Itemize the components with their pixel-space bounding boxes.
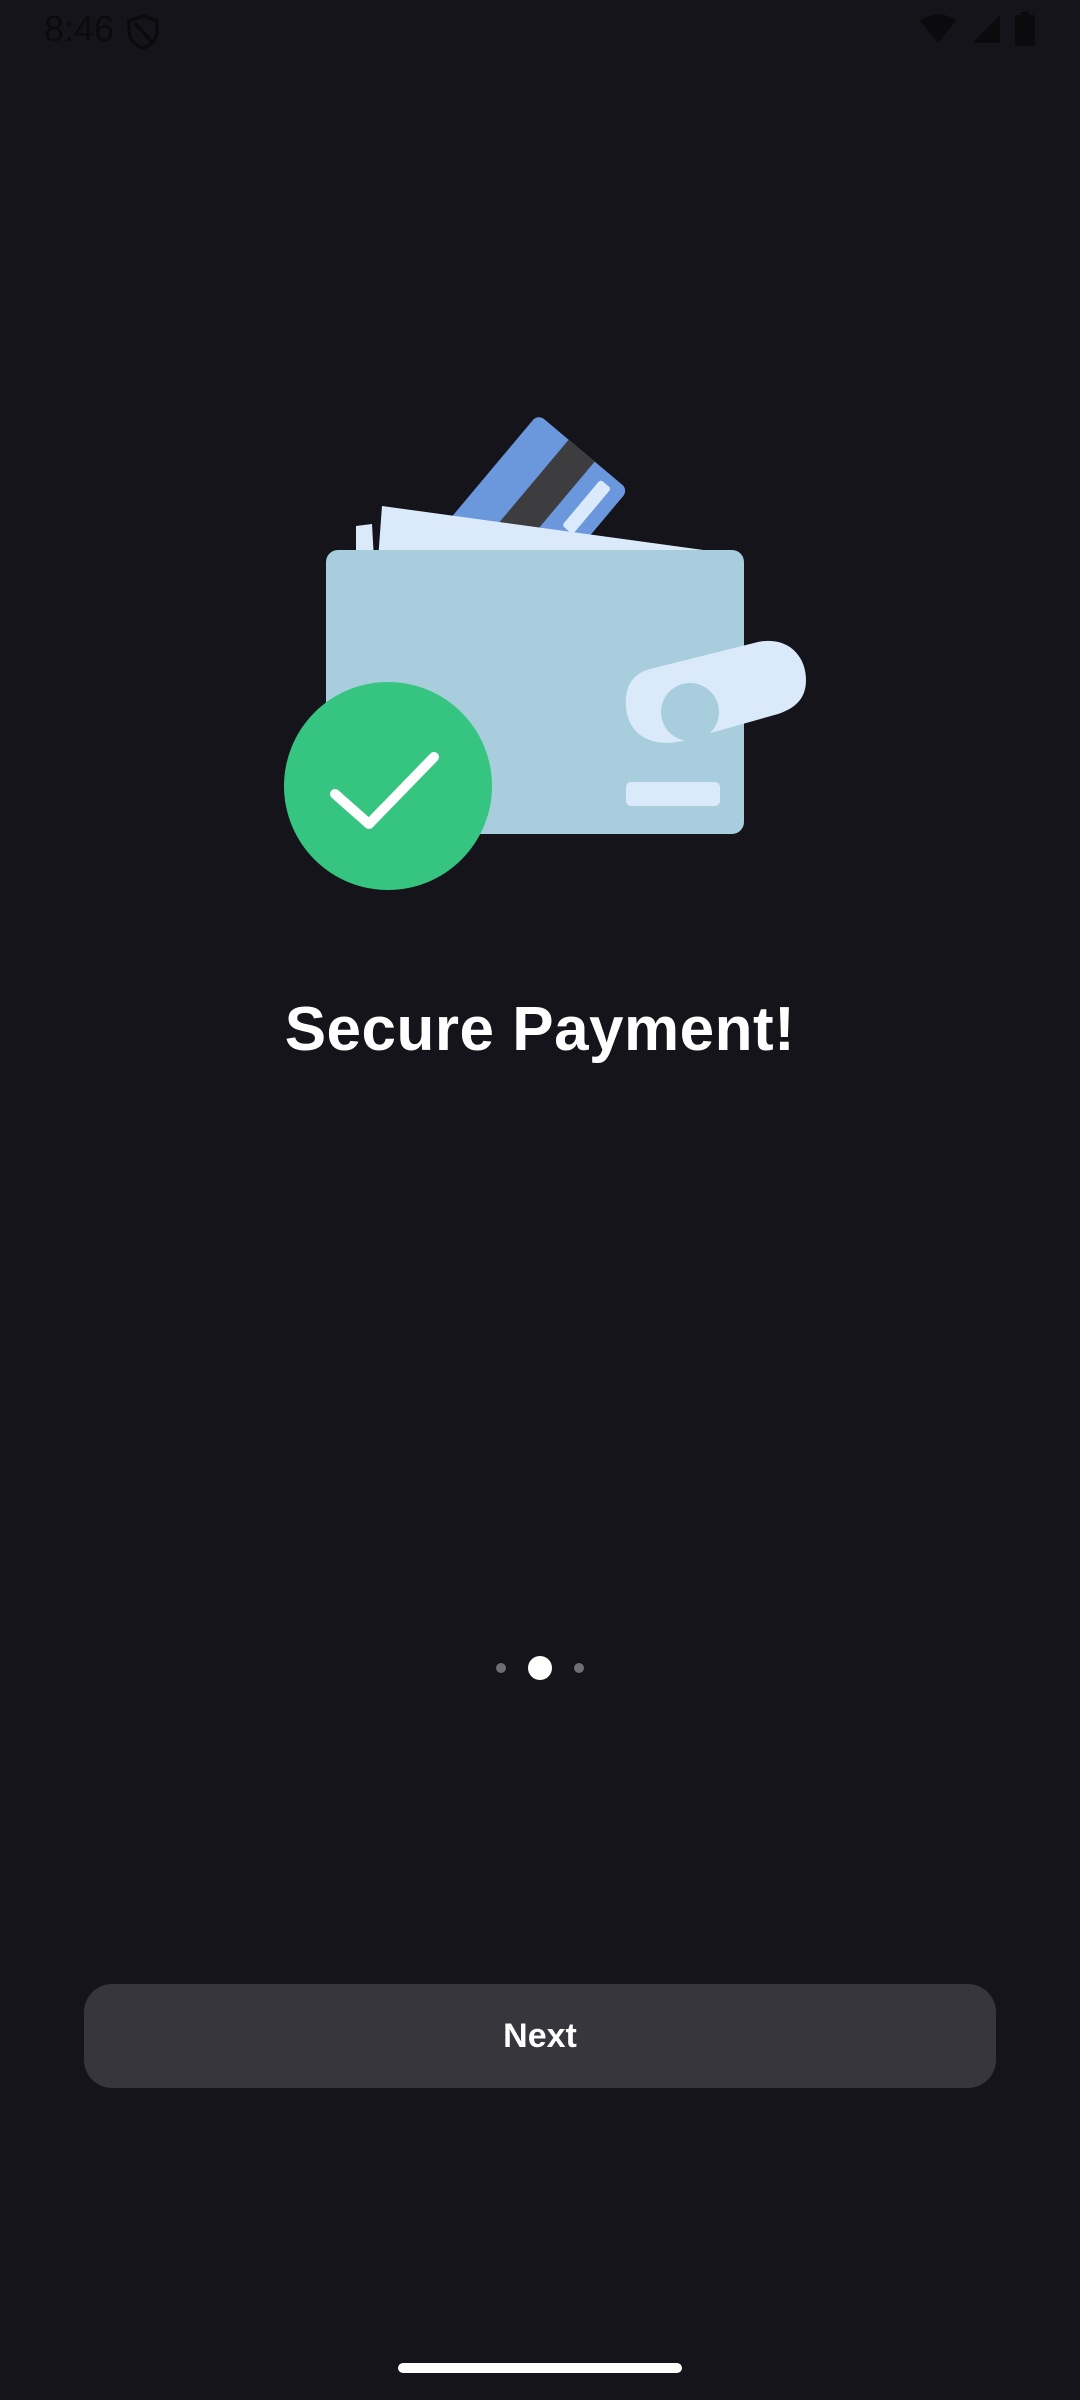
wifi-icon xyxy=(920,14,956,43)
checkmark-circle-icon xyxy=(284,682,492,890)
next-button[interactable]: Next xyxy=(84,1984,996,2088)
status-icons xyxy=(918,12,1036,46)
page-indicator xyxy=(0,1656,1080,1680)
wallet-label-bar xyxy=(626,782,720,806)
page-dot-3 xyxy=(574,1663,584,1673)
page-dot-1 xyxy=(496,1663,506,1673)
home-indicator[interactable] xyxy=(398,2363,682,2373)
status-time: 8:46 xyxy=(44,8,115,49)
battery-icon xyxy=(1015,12,1035,46)
cellular-signal-icon xyxy=(972,15,1000,43)
page-dot-2-active xyxy=(528,1656,552,1680)
next-button-label: Next xyxy=(503,2016,577,2055)
shield-icon xyxy=(127,14,159,50)
wallet-illustration xyxy=(284,417,806,890)
onboarding-title: Secure Payment! xyxy=(284,995,796,1064)
status-bar: 8:46 xyxy=(0,0,1080,64)
